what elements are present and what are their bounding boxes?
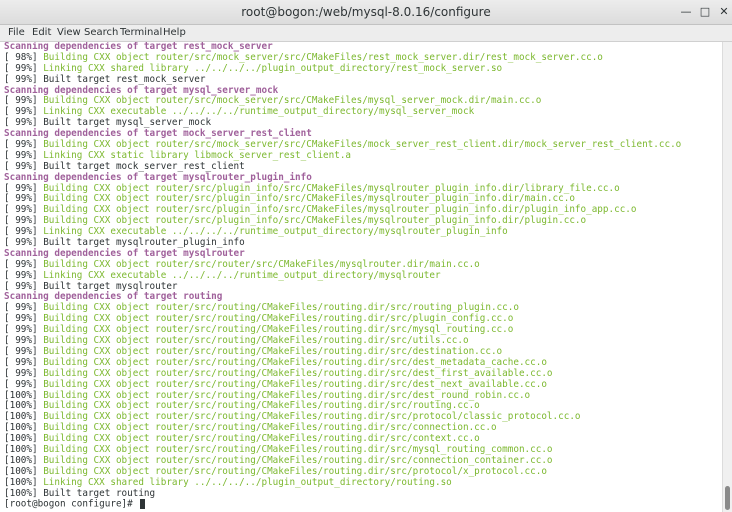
line-text: Built target mysql_server_mock — [43, 117, 212, 129]
title-bar[interactable]: root@bogon:/web/mysql-8.0.16/configure —… — [0, 0, 732, 25]
progress-percent: [ 99%] — [4, 106, 44, 118]
line-text: Building CXX object router/src/routing/C… — [43, 411, 581, 423]
line-text: Linking CXX executable ../../../../runti… — [43, 269, 441, 281]
progress-percent: [ 99%] — [4, 193, 44, 205]
progress-percent: [ 99%] — [4, 378, 44, 390]
progress-percent: [100%] — [4, 487, 44, 499]
progress-percent: [100%] — [4, 411, 44, 423]
line-text: Linking CXX static library libmock_serve… — [43, 149, 352, 161]
progress-percent: [ 99%] — [4, 313, 44, 325]
terminal-line: [100%] Built target routing — [4, 487, 681, 500]
close-icon[interactable]: ✕ — [716, 4, 732, 20]
menu-view[interactable]: View — [57, 25, 81, 41]
line-text: Building CXX object router/src/routing/C… — [43, 433, 480, 445]
line-text: Linking CXX executable ../../../../runti… — [43, 226, 508, 238]
line-text: Scanning dependencies of target mysqlrou… — [4, 171, 312, 183]
progress-percent: [ 99%] — [4, 324, 44, 336]
progress-percent: [100%] — [4, 400, 44, 412]
terminal-output[interactable]: Scanning dependencies of target rest_moc… — [0, 42, 722, 512]
progress-percent: [100%] — [4, 389, 44, 401]
line-text: Scanning dependencies of target mysqlrou… — [4, 247, 245, 259]
progress-percent: [ 98%] — [4, 51, 44, 63]
progress-percent: [100%] — [4, 476, 44, 488]
line-text: Building CXX object router/src/mock_serv… — [43, 139, 682, 151]
line-text: Building CXX object router/src/plugin_in… — [43, 215, 587, 227]
text-cursor — [140, 499, 146, 510]
progress-percent: [ 99%] — [4, 204, 44, 216]
line-text: Building CXX object router/src/mock_serv… — [43, 95, 542, 107]
progress-percent: [ 99%] — [4, 160, 44, 172]
line-text: Building CXX object router/src/router/sr… — [43, 258, 480, 270]
line-text: Linking CXX shared library ../../../../p… — [43, 62, 503, 74]
line-text: Scanning dependencies of target routing — [4, 291, 223, 303]
line-text: Building CXX object router/src/routing/C… — [43, 335, 469, 347]
line-text: Building CXX object router/src/routing/C… — [43, 454, 553, 466]
progress-percent: [ 99%] — [4, 335, 44, 347]
line-text: Building CXX object router/src/routing/C… — [43, 389, 531, 401]
line-text: Building CXX object router/src/routing/C… — [43, 302, 519, 314]
line-text: Building CXX object router/src/mock_serv… — [43, 51, 603, 63]
progress-percent: [100%] — [4, 422, 44, 434]
progress-percent: [ 99%] — [4, 367, 44, 379]
progress-percent: [ 99%] — [4, 182, 44, 194]
line-text: Built target routing — [43, 487, 156, 499]
progress-percent: [ 99%] — [4, 237, 44, 249]
progress-percent: [ 99%] — [4, 95, 44, 107]
menu-search[interactable]: Search — [84, 25, 118, 41]
line-text: Building CXX object router/src/routing/C… — [43, 400, 480, 412]
progress-percent: [ 99%] — [4, 73, 44, 85]
line-text: Scanning dependencies of target mock_ser… — [4, 128, 312, 140]
progress-percent: [100%] — [4, 454, 44, 466]
progress-percent: [100%] — [4, 443, 44, 455]
progress-percent: [ 99%] — [4, 280, 44, 292]
line-text: Building CXX object router/src/routing/C… — [43, 367, 553, 379]
shell-prompt: [root@bogon configure]# — [4, 498, 139, 510]
line-text: Linking CXX executable ../../../../runti… — [43, 106, 475, 118]
window-title: root@bogon:/web/mysql-8.0.16/configure — [241, 5, 491, 19]
progress-percent: [ 99%] — [4, 117, 44, 129]
terminal-window: root@bogon:/web/mysql-8.0.16/configure —… — [0, 0, 732, 512]
progress-percent: [ 99%] — [4, 226, 44, 238]
menu-help[interactable]: Help — [163, 25, 186, 41]
progress-percent: [ 99%] — [4, 215, 44, 227]
line-text: Built target mysqlrouter_plugin_info — [43, 237, 245, 249]
line-text: Building CXX object router/src/plugin_in… — [43, 204, 637, 216]
progress-percent: [ 99%] — [4, 345, 44, 357]
line-text: Built target rest_mock_server — [43, 73, 206, 85]
line-text: Building CXX object router/src/routing/C… — [43, 443, 553, 455]
menu-edit[interactable]: Edit — [32, 25, 51, 41]
progress-percent: [ 99%] — [4, 139, 44, 151]
menu-bar: File Edit View Search Terminal Help — [0, 25, 732, 42]
line-text: Building CXX object router/src/routing/C… — [43, 356, 547, 368]
line-text: Linking CXX shared library ../../../../p… — [43, 476, 452, 488]
line-text: Building CXX object router/src/routing/C… — [43, 345, 503, 357]
progress-percent: [100%] — [4, 465, 44, 477]
menu-terminal[interactable]: Terminal — [120, 25, 162, 41]
line-text: Building CXX object router/src/routing/C… — [43, 422, 497, 434]
scrollbar-thumb[interactable] — [725, 486, 730, 510]
minimize-icon[interactable]: — — [678, 4, 694, 20]
menu-file[interactable]: File — [8, 25, 25, 41]
progress-percent: [ 99%] — [4, 62, 44, 74]
line-text: Built target mock_server_rest_client — [43, 160, 245, 172]
line-text: Scanning dependencies of target rest_moc… — [4, 42, 273, 52]
vertical-scrollbar[interactable] — [722, 42, 732, 512]
line-text: Building CXX object router/src/plugin_in… — [43, 193, 575, 205]
progress-percent: [ 99%] — [4, 356, 44, 368]
progress-percent: [ 99%] — [4, 149, 44, 161]
maximize-icon[interactable]: □ — [697, 4, 713, 20]
line-text: Building CXX object router/src/routing/C… — [43, 313, 514, 325]
line-text: Building CXX object router/src/plugin_in… — [43, 182, 620, 194]
line-text: Building CXX object router/src/routing/C… — [43, 378, 547, 390]
line-text: Scanning dependencies of target mysql_se… — [4, 84, 279, 96]
progress-percent: [ 99%] — [4, 258, 44, 270]
line-text: Building CXX object router/src/routing/C… — [43, 324, 514, 336]
terminal-lines: Scanning dependencies of target rest_moc… — [4, 42, 681, 510]
line-text: Building CXX object router/src/routing/C… — [43, 465, 547, 477]
progress-percent: [100%] — [4, 433, 44, 445]
shell-prompt-line: [root@bogon configure]# — [4, 499, 681, 510]
line-text: Built target mysqlrouter — [43, 280, 178, 292]
progress-percent: [ 99%] — [4, 269, 44, 281]
progress-percent: [ 99%] — [4, 302, 44, 314]
